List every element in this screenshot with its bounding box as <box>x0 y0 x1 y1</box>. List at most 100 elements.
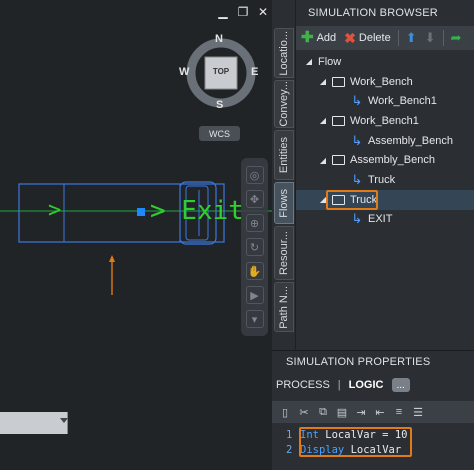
minimize-icon[interactable]: ▁ <box>217 6 229 18</box>
toolbar-divider <box>442 30 444 46</box>
go-to-icon[interactable]: ➦ <box>448 28 465 48</box>
tree-node-link[interactable]: ↳ EXIT <box>296 210 474 230</box>
move-down-icon[interactable]: ⬇ <box>422 28 439 48</box>
location-box-icon <box>332 115 345 126</box>
browser-toolbar: ✚ Add ✖ Delete ⬆ ⬇ ➦ <box>296 26 474 50</box>
tree-node-link[interactable]: ↳ Truck <box>296 170 474 190</box>
toolbar-divider <box>397 30 399 46</box>
orbit-icon[interactable]: ↻ <box>245 238 264 256</box>
cut-icon[interactable]: ✂ <box>297 405 311 419</box>
tab-path-networks[interactable]: Path N... <box>274 282 294 332</box>
plus-icon: ✚ <box>301 29 314 46</box>
tab-logic[interactable]: LOGIC <box>349 379 384 391</box>
indent-icon[interactable]: ⇥ <box>354 405 368 419</box>
wcs-menu[interactable]: WCS <box>199 126 240 141</box>
compass-south[interactable]: S <box>216 99 223 111</box>
copy-icon[interactable]: ⧉ <box>316 405 330 419</box>
app-root: > > Exit ▁ ❐ ✕ TOP N S W E WCS ◎ ✥ ⊕ ↻ ✋… <box>0 0 474 470</box>
window-controls: ▁ ❐ ✕ <box>217 6 269 18</box>
browser-title: SIMULATION BROWSER <box>296 0 474 26</box>
link-arrow-icon: ↳ <box>351 93 363 109</box>
link-arrow-icon: ↳ <box>351 132 363 148</box>
tab-separator: | <box>337 379 341 391</box>
page-icon[interactable]: ▯ <box>278 405 292 419</box>
properties-title: SIMULATION PROPERTIES <box>272 351 474 373</box>
compass-north[interactable]: N <box>215 33 223 45</box>
tree-label: EXIT <box>368 213 393 226</box>
caret-down-icon[interactable]: ◢ <box>318 77 328 86</box>
uncomment-icon[interactable]: ☰ <box>411 405 425 419</box>
simulation-properties: SIMULATION PROPERTIES PROCESS | LOGIC ..… <box>272 350 474 470</box>
code-editor[interactable]: 1 Int LocalVar = 10 2 Display LocalVar <box>272 423 474 457</box>
scene-arrow-label: > <box>48 198 62 223</box>
orange-arrow-head <box>109 255 115 262</box>
outdent-icon[interactable]: ⇤ <box>373 405 387 419</box>
tree-label: Work_Bench1 <box>350 114 419 127</box>
delete-button[interactable]: ✖ Delete <box>341 28 394 48</box>
delete-icon: ✖ <box>344 30 356 46</box>
delete-label: Delete <box>358 32 391 44</box>
pan-icon[interactable]: ✥ <box>245 190 264 208</box>
link-arrow-icon: ↳ <box>351 211 363 227</box>
tab-flows[interactable]: Flows <box>274 182 294 224</box>
caret-down-icon[interactable]: ◢ <box>304 57 314 66</box>
tab-conveyors[interactable]: Convey... <box>274 80 294 128</box>
tree-label: Assembly_Bench <box>350 154 435 167</box>
tree-node-truck-selected[interactable]: ◢ Truck <box>296 189 474 210</box>
tree-node-link[interactable]: ↳ Work_Bench1 <box>296 91 474 111</box>
tree-node-assembly-bench[interactable]: ◢ Assembly_Bench <box>296 150 474 170</box>
tree-node-flow[interactable]: ◢ Flow <box>296 52 474 72</box>
code-highlight <box>299 427 412 457</box>
tree-node-work-bench[interactable]: ◢ Work_Bench <box>296 72 474 92</box>
line-number: 1 <box>286 428 293 441</box>
zoom-icon[interactable]: ⊕ <box>245 214 264 232</box>
tree-node-work-bench1[interactable]: ◢ Work_Bench1 <box>296 111 474 131</box>
viewcube[interactable]: TOP N S W E <box>179 33 260 112</box>
tab-locations[interactable]: Locatio... <box>274 28 294 78</box>
scene-exit-label: > Exit <box>150 196 244 226</box>
viewcube-face-top[interactable]: TOP <box>205 67 237 76</box>
showmotion-icon[interactable]: ▶ <box>245 286 264 304</box>
caret-down-icon[interactable]: ◢ <box>318 156 328 165</box>
tree-label: Work_Bench1 <box>368 95 437 108</box>
restore-icon[interactable]: ❐ <box>237 6 249 18</box>
scroll-arrow-icon[interactable] <box>60 418 68 423</box>
link-arrow-icon: ↳ <box>351 171 363 187</box>
location-box-icon <box>332 76 345 87</box>
simulation-browser: SIMULATION BROWSER ✚ Add ✖ Delete ⬆ ⬇ ➦ … <box>295 0 474 350</box>
horizontal-scrollbar[interactable] <box>0 412 68 434</box>
compass-west[interactable]: W <box>179 66 189 78</box>
steering-wheel-icon[interactable]: ◎ <box>245 166 264 184</box>
caret-down-icon[interactable]: ◢ <box>318 195 328 204</box>
close-icon[interactable]: ✕ <box>257 6 269 18</box>
flow-node <box>137 208 145 216</box>
tree-label: Truck <box>368 173 396 186</box>
line-number: 2 <box>286 443 293 456</box>
properties-tabs: PROCESS | LOGIC ... <box>272 373 474 397</box>
tab-process[interactable]: PROCESS <box>276 379 330 391</box>
navigation-bar: ◎ ✥ ⊕ ↻ ✋ ▶ ▾ <box>241 158 268 336</box>
tab-entities[interactable]: Entities <box>274 130 294 180</box>
vertical-tab-strip: Locatio... Convey... Entities Flows Reso… <box>272 0 295 350</box>
viewport[interactable]: > > Exit ▁ ❐ ✕ TOP N S W E WCS ◎ ✥ ⊕ ↻ ✋… <box>0 0 272 470</box>
tree-label: Truck <box>350 193 378 206</box>
code-toolbar: ▯ ✂ ⧉ ▤ ⇥ ⇤ ≡ ☰ <box>272 401 474 423</box>
flow-tree: ◢ Flow ◢ Work_Bench ↳ Work_Bench1 ◢ Work… <box>296 50 474 229</box>
add-label: Add <box>316 32 337 44</box>
location-box-icon <box>332 194 345 205</box>
tree-node-link[interactable]: ↳ Assembly_Bench <box>296 131 474 151</box>
more-nav-icon[interactable]: ▾ <box>245 310 264 328</box>
tab-resources[interactable]: Resour... <box>274 226 294 280</box>
comment-icon[interactable]: ≡ <box>392 405 406 419</box>
more-button[interactable]: ... <box>391 378 410 392</box>
tree-label: Work_Bench <box>350 75 413 88</box>
caret-down-icon[interactable]: ◢ <box>318 116 328 125</box>
hand-icon[interactable]: ✋ <box>245 262 264 280</box>
add-button[interactable]: ✚ Add <box>298 28 339 48</box>
location-box-icon <box>332 155 345 166</box>
paste-icon[interactable]: ▤ <box>335 405 349 419</box>
compass-east[interactable]: E <box>251 66 258 78</box>
move-up-icon[interactable]: ⬆ <box>403 28 420 48</box>
tree-label: Flow <box>318 55 342 68</box>
tree-label: Assembly_Bench <box>368 134 453 147</box>
